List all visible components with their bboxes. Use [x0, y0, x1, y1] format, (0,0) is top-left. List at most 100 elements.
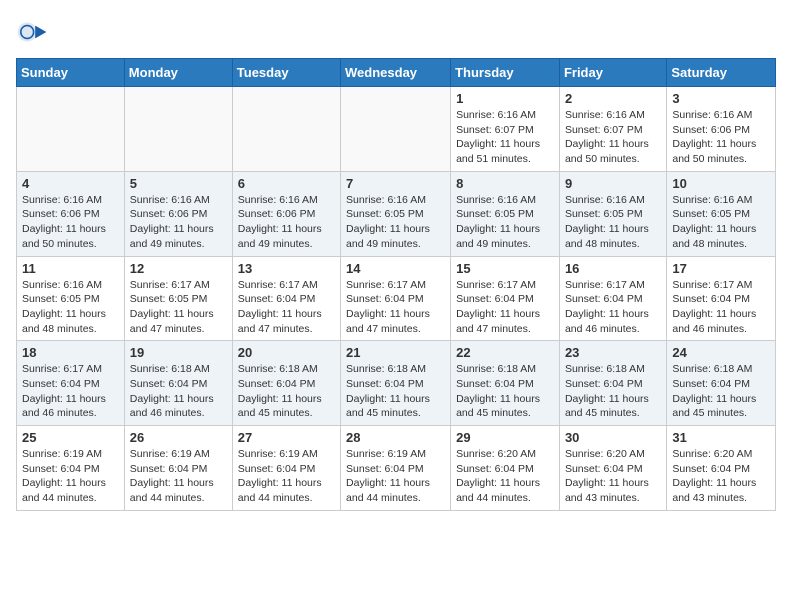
logo-icon: [16, 16, 48, 48]
day-info: Sunrise: 6:20 AM Sunset: 6:04 PM Dayligh…: [456, 447, 554, 506]
day-number: 3: [672, 91, 770, 106]
calendar-week-3: 11 Sunrise: 6:16 AM Sunset: 6:05 PM Dayli…: [17, 256, 776, 341]
weekday-header-wednesday: Wednesday: [341, 59, 451, 87]
weekday-header-thursday: Thursday: [451, 59, 560, 87]
day-info: Sunrise: 6:17 AM Sunset: 6:04 PM Dayligh…: [346, 278, 445, 337]
day-info: Sunrise: 6:16 AM Sunset: 6:06 PM Dayligh…: [238, 193, 335, 252]
day-info: Sunrise: 6:17 AM Sunset: 6:04 PM Dayligh…: [565, 278, 661, 337]
calendar-cell: 24 Sunrise: 6:18 AM Sunset: 6:04 PM Dayli…: [667, 341, 776, 426]
calendar-cell: 16 Sunrise: 6:17 AM Sunset: 6:04 PM Dayli…: [559, 256, 666, 341]
calendar-cell: 8Sunrise: 6:16 AM Sunset: 6:05 PM Daylig…: [451, 171, 560, 256]
day-number: 29: [456, 430, 554, 445]
day-number: 16: [565, 261, 661, 276]
calendar-cell: 21 Sunrise: 6:18 AM Sunset: 6:04 PM Dayli…: [341, 341, 451, 426]
calendar-cell: 13 Sunrise: 6:17 AM Sunset: 6:04 PM Dayli…: [232, 256, 340, 341]
day-info: Sunrise: 6:16 AM Sunset: 6:05 PM Dayligh…: [456, 193, 554, 252]
day-info: Sunrise: 6:16 AM Sunset: 6:07 PM Dayligh…: [456, 108, 554, 167]
day-number: 24: [672, 345, 770, 360]
day-number: 25: [22, 430, 119, 445]
day-number: 1: [456, 91, 554, 106]
day-info: Sunrise: 6:20 AM Sunset: 6:04 PM Dayligh…: [672, 447, 770, 506]
day-info: Sunrise: 6:17 AM Sunset: 6:04 PM Dayligh…: [456, 278, 554, 337]
calendar-cell: 22 Sunrise: 6:18 AM Sunset: 6:04 PM Dayli…: [451, 341, 560, 426]
day-info: Sunrise: 6:18 AM Sunset: 6:04 PM Dayligh…: [130, 362, 227, 421]
day-info: Sunrise: 6:19 AM Sunset: 6:04 PM Dayligh…: [130, 447, 227, 506]
calendar-cell: 23 Sunrise: 6:18 AM Sunset: 6:04 PM Dayli…: [559, 341, 666, 426]
header: [16, 16, 776, 48]
weekday-header-monday: Monday: [124, 59, 232, 87]
calendar-cell: 3 Sunrise: 6:16 AM Sunset: 6:06 PM Daylig…: [667, 87, 776, 172]
calendar-cell: [232, 87, 340, 172]
day-number: 18: [22, 345, 119, 360]
calendar-cell: 11 Sunrise: 6:16 AM Sunset: 6:05 PM Dayli…: [17, 256, 125, 341]
day-number: 31: [672, 430, 770, 445]
calendar-cell: 26Sunrise: 6:19 AM Sunset: 6:04 PM Dayli…: [124, 426, 232, 511]
day-info: Sunrise: 6:16 AM Sunset: 6:05 PM Dayligh…: [565, 193, 661, 252]
day-number: 20: [238, 345, 335, 360]
calendar-cell: 30 Sunrise: 6:20 AM Sunset: 6:04 PM Dayli…: [559, 426, 666, 511]
day-info: Sunrise: 6:16 AM Sunset: 6:05 PM Dayligh…: [346, 193, 445, 252]
calendar-cell: 18Sunrise: 6:17 AM Sunset: 6:04 PM Dayli…: [17, 341, 125, 426]
day-number: 21: [346, 345, 445, 360]
calendar-cell: 29 Sunrise: 6:20 AM Sunset: 6:04 PM Dayli…: [451, 426, 560, 511]
day-number: 7: [346, 176, 445, 191]
calendar-cell: 14Sunrise: 6:17 AM Sunset: 6:04 PM Dayli…: [341, 256, 451, 341]
calendar-cell: 25 Sunrise: 6:19 AM Sunset: 6:04 PM Dayli…: [17, 426, 125, 511]
day-number: 10: [672, 176, 770, 191]
calendar-cell: [341, 87, 451, 172]
day-number: 22: [456, 345, 554, 360]
calendar-cell: 31 Sunrise: 6:20 AM Sunset: 6:04 PM Dayli…: [667, 426, 776, 511]
day-number: 19: [130, 345, 227, 360]
day-info: Sunrise: 6:18 AM Sunset: 6:04 PM Dayligh…: [456, 362, 554, 421]
calendar-week-5: 25 Sunrise: 6:19 AM Sunset: 6:04 PM Dayli…: [17, 426, 776, 511]
day-info: Sunrise: 6:16 AM Sunset: 6:05 PM Dayligh…: [22, 278, 119, 337]
calendar-week-1: 1 Sunrise: 6:16 AM Sunset: 6:07 PM Daylig…: [17, 87, 776, 172]
day-info: Sunrise: 6:17 AM Sunset: 6:05 PM Dayligh…: [130, 278, 227, 337]
day-number: 30: [565, 430, 661, 445]
day-info: Sunrise: 6:17 AM Sunset: 6:04 PM Dayligh…: [238, 278, 335, 337]
day-number: 28: [346, 430, 445, 445]
calendar-table: SundayMondayTuesdayWednesdayThursdayFrid…: [16, 58, 776, 511]
calendar-cell: 2Sunrise: 6:16 AM Sunset: 6:07 PM Daylig…: [559, 87, 666, 172]
day-number: 15: [456, 261, 554, 276]
day-number: 17: [672, 261, 770, 276]
calendar-header: SundayMondayTuesdayWednesdayThursdayFrid…: [17, 59, 776, 87]
day-info: Sunrise: 6:19 AM Sunset: 6:04 PM Dayligh…: [22, 447, 119, 506]
day-info: Sunrise: 6:18 AM Sunset: 6:04 PM Dayligh…: [672, 362, 770, 421]
weekday-header-tuesday: Tuesday: [232, 59, 340, 87]
weekday-header-saturday: Saturday: [667, 59, 776, 87]
day-info: Sunrise: 6:19 AM Sunset: 6:04 PM Dayligh…: [346, 447, 445, 506]
day-info: Sunrise: 6:17 AM Sunset: 6:04 PM Dayligh…: [672, 278, 770, 337]
day-info: Sunrise: 6:20 AM Sunset: 6:04 PM Dayligh…: [565, 447, 661, 506]
day-info: Sunrise: 6:16 AM Sunset: 6:06 PM Dayligh…: [672, 108, 770, 167]
day-number: 23: [565, 345, 661, 360]
calendar-cell: 7 Sunrise: 6:16 AM Sunset: 6:05 PM Daylig…: [341, 171, 451, 256]
weekday-row: SundayMondayTuesdayWednesdayThursdayFrid…: [17, 59, 776, 87]
calendar-cell: 19 Sunrise: 6:18 AM Sunset: 6:04 PM Dayli…: [124, 341, 232, 426]
day-number: 27: [238, 430, 335, 445]
calendar-week-2: 4 Sunrise: 6:16 AM Sunset: 6:06 PM Daylig…: [17, 171, 776, 256]
day-number: 12: [130, 261, 227, 276]
weekday-header-sunday: Sunday: [17, 59, 125, 87]
weekday-header-friday: Friday: [559, 59, 666, 87]
calendar-cell: 4Sunrise: 6:16 AM Sunset: 6:06 PM Daylig…: [17, 171, 125, 256]
calendar-cell: 10 Sunrise: 6:16 AM Sunset: 6:05 PM Dayli…: [667, 171, 776, 256]
day-number: 11: [22, 261, 119, 276]
calendar-cell: [17, 87, 125, 172]
day-number: 6: [238, 176, 335, 191]
calendar-cell: 1 Sunrise: 6:16 AM Sunset: 6:07 PM Daylig…: [451, 87, 560, 172]
logo: [16, 16, 52, 48]
calendar-week-4: 18Sunrise: 6:17 AM Sunset: 6:04 PM Dayli…: [17, 341, 776, 426]
calendar-cell: 12 Sunrise: 6:17 AM Sunset: 6:05 PM Dayli…: [124, 256, 232, 341]
calendar-cell: 5Sunrise: 6:16 AM Sunset: 6:06 PM Daylig…: [124, 171, 232, 256]
day-number: 2: [565, 91, 661, 106]
day-info: Sunrise: 6:18 AM Sunset: 6:04 PM Dayligh…: [565, 362, 661, 421]
calendar-cell: 20 Sunrise: 6:18 AM Sunset: 6:04 PM Dayli…: [232, 341, 340, 426]
day-number: 4: [22, 176, 119, 191]
day-info: Sunrise: 6:18 AM Sunset: 6:04 PM Dayligh…: [238, 362, 335, 421]
calendar-cell: 17 Sunrise: 6:17 AM Sunset: 6:04 PM Dayli…: [667, 256, 776, 341]
day-number: 13: [238, 261, 335, 276]
day-number: 9: [565, 176, 661, 191]
day-info: Sunrise: 6:16 AM Sunset: 6:05 PM Dayligh…: [672, 193, 770, 252]
day-info: Sunrise: 6:18 AM Sunset: 6:04 PM Dayligh…: [346, 362, 445, 421]
